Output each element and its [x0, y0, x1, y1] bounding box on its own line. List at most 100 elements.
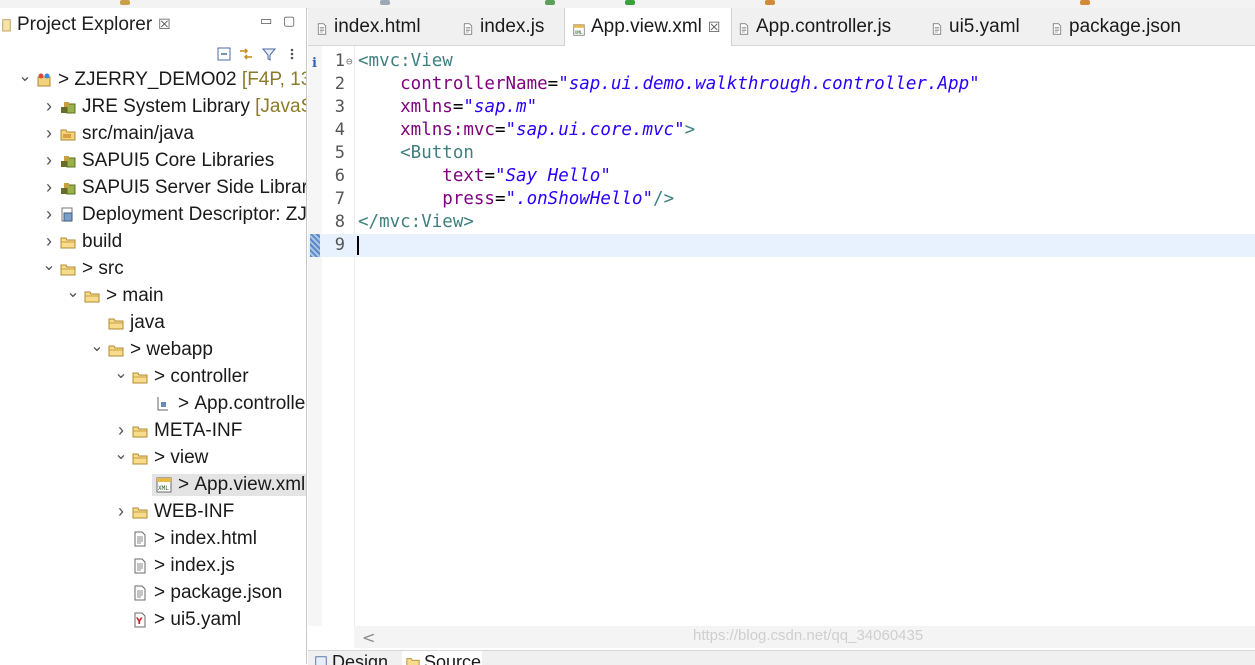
minimize-icon[interactable]: ▭	[260, 14, 272, 29]
toolbar-partial-icon[interactable]	[545, 0, 555, 5]
collapse-chevron-icon[interactable]: ›	[42, 174, 56, 201]
expand-chevron-icon[interactable]: ⌄	[18, 62, 32, 89]
code-line[interactable]: 3 xmlns="sap.m"	[308, 96, 1255, 119]
link-with-editor-icon[interactable]	[238, 46, 254, 62]
code-line[interactable]: 2 controllerName="sap.ui.demo.walkthroug…	[308, 73, 1255, 96]
expand-chevron-icon[interactable]: ⌄	[114, 359, 128, 386]
tree-item-label: view	[170, 446, 209, 468]
tree-item-content[interactable]: WEB-INF	[128, 501, 236, 523]
tree-item-content[interactable]: Deployment Descriptor: ZJEI	[56, 204, 306, 226]
expand-chevron-icon[interactable]: ⌄	[42, 251, 56, 278]
tree-item-content[interactable]: > src	[56, 258, 126, 280]
tree-item[interactable]: › Deployment Descriptor: ZJEI	[0, 201, 306, 228]
tree-item-content[interactable]: META-INF	[128, 420, 244, 442]
expand-chevron-icon[interactable]: ⌄	[90, 332, 104, 359]
tree-item[interactable]: › WEB-INF	[0, 498, 306, 525]
code-line[interactable]: 9	[308, 234, 1255, 257]
code-line[interactable]: i 1 ⊖ <mvc:View	[308, 50, 1255, 73]
close-icon[interactable]: ☒	[708, 19, 721, 36]
editor-tab-label: App.view.xml	[591, 16, 702, 37]
code-line[interactable]: 7 press=".onShowHello"/>	[308, 188, 1255, 211]
code-line[interactable]: 6 text="Say Hello"	[308, 165, 1255, 188]
tree-item[interactable]: ⌄> ZJERRY_DEMO02 [F4P, 130, D	[0, 66, 306, 93]
git-change-marker: >	[154, 365, 171, 387]
tree-item[interactable]: ⌄ > main	[0, 282, 306, 309]
code-token: xmlns:mvc	[358, 120, 495, 140]
editor-mode-tab[interactable]: Design	[310, 651, 398, 665]
tree-item[interactable]: ⌄ > view	[0, 444, 306, 471]
tree-item-content[interactable]: build	[56, 231, 124, 253]
collapse-chevron-icon[interactable]: ›	[42, 120, 56, 147]
maximize-icon[interactable]: ▢	[283, 14, 295, 29]
tree-item-content[interactable]: > controller	[128, 366, 251, 388]
expand-chevron-icon[interactable]: ⌄	[66, 278, 80, 305]
code-line[interactable]: 8 </mvc:View>	[308, 211, 1255, 234]
editor-tab[interactable]: index.html	[308, 8, 446, 45]
toolbar-partial-icon[interactable]	[1080, 0, 1090, 5]
expand-chevron-icon[interactable]: ⌄	[114, 440, 128, 467]
tree-item-content[interactable]: > App.controller.	[152, 393, 306, 415]
line-number: 7	[334, 189, 345, 209]
toolbar-partial-icon[interactable]	[120, 0, 130, 5]
folder-icon	[108, 342, 124, 358]
editor-tab[interactable]: package.json	[1043, 8, 1183, 45]
tree-item-content[interactable]: JRE System Library [JavaSE-1	[56, 96, 306, 118]
tree-item-content[interactable]: > index.js	[128, 555, 237, 577]
tree-item[interactable]: XML > App.view.xml	[0, 471, 306, 498]
collapse-all-icon[interactable]	[216, 46, 232, 62]
collapse-chevron-icon[interactable]: ›	[42, 201, 56, 228]
view-menu-icon[interactable]	[284, 46, 300, 62]
tree-item[interactable]: > index.js	[0, 552, 306, 579]
code-line[interactable]: 4 xmlns:mvc="sap.ui.core.mvc">	[308, 119, 1255, 142]
tree-item-content[interactable]: java	[104, 312, 167, 334]
tree-item-content[interactable]: SAPUI5 Core Libraries	[56, 150, 276, 172]
tree-item[interactable]: > package.json	[0, 579, 306, 606]
tree-item-label: index.js	[170, 554, 235, 576]
info-marker-icon[interactable]: i	[312, 52, 317, 75]
tree-item-content[interactable]: > index.html	[128, 528, 259, 550]
tree-item-content[interactable]: XML > App.view.xml	[152, 473, 306, 496]
tree-item-content[interactable]: > view	[128, 447, 210, 469]
tree-item[interactable]: › SAPUI5 Core Libraries	[0, 147, 306, 174]
tree-item[interactable]: java	[0, 309, 306, 336]
tree-item-content[interactable]: src/main/java	[56, 123, 196, 145]
toolbar-partial-icon[interactable]	[625, 0, 635, 5]
editor-tab[interactable]: App.controller.js	[730, 8, 910, 45]
code-text: <mvc:View	[358, 50, 453, 73]
tree-item[interactable]: > index.html	[0, 525, 306, 552]
tree-item[interactable]: › SAPUI5 Server Side Libraries	[0, 174, 306, 201]
tree-item[interactable]: ›JRE System Library [JavaSE-1	[0, 93, 306, 120]
code-token: ".onShowHello"	[505, 189, 654, 209]
editor-tab[interactable]: XML App.view.xml ☒	[564, 8, 732, 46]
collapse-chevron-icon[interactable]: ›	[42, 147, 56, 174]
close-icon[interactable]: ☒	[158, 17, 171, 33]
filter-icon[interactable]	[261, 46, 277, 62]
code-text: press=".onShowHello"/>	[358, 188, 674, 211]
tab-project-explorer[interactable]: Project Explorer ☒	[0, 8, 176, 42]
tree-item[interactable]: > App.controller.	[0, 390, 306, 417]
collapse-chevron-icon[interactable]: ›	[42, 93, 56, 120]
editor-mode-tab[interactable]: Source	[402, 651, 482, 665]
tree-item-content[interactable]: SAPUI5 Server Side Libraries	[56, 177, 306, 199]
line-number: 3	[334, 97, 345, 117]
tree-item[interactable]: ⌄ > src	[0, 255, 306, 282]
tree-item-content[interactable]: > main	[80, 285, 166, 307]
tree-item-content[interactable]: > package.json	[128, 582, 284, 604]
tree-item[interactable]: ⌄ > controller	[0, 363, 306, 390]
tree-item[interactable]: ⌄ > webapp	[0, 336, 306, 363]
fold-toggle-icon[interactable]: ⊖	[346, 50, 353, 73]
source-editor[interactable]: i 1 ⊖ <mvc:View 2 controllerName="sap.ui.dem…	[308, 46, 1255, 626]
toolbar-partial-icon[interactable]	[765, 0, 775, 5]
tree-item-content[interactable]: > ZJERRY_DEMO02 [F4P, 130, D	[32, 69, 306, 91]
code-line[interactable]: 5 <Button	[308, 142, 1255, 165]
editor-tab[interactable]: index.js	[454, 8, 554, 45]
tree-item-content[interactable]: Y > ui5.yaml	[128, 609, 243, 631]
tree-item-content[interactable]: > webapp	[104, 339, 215, 361]
editor-tab[interactable]: ui5.yaml	[923, 8, 1033, 45]
tree-item[interactable]: › src/main/java	[0, 120, 306, 147]
tree-item[interactable]: › META-INF	[0, 417, 306, 444]
scroll-left-icon[interactable]: <	[362, 628, 375, 647]
toolbar-partial-icon[interactable]	[380, 0, 390, 5]
collapse-chevron-icon[interactable]: ›	[114, 498, 128, 525]
tree-item[interactable]: Y > ui5.yaml	[0, 606, 306, 633]
